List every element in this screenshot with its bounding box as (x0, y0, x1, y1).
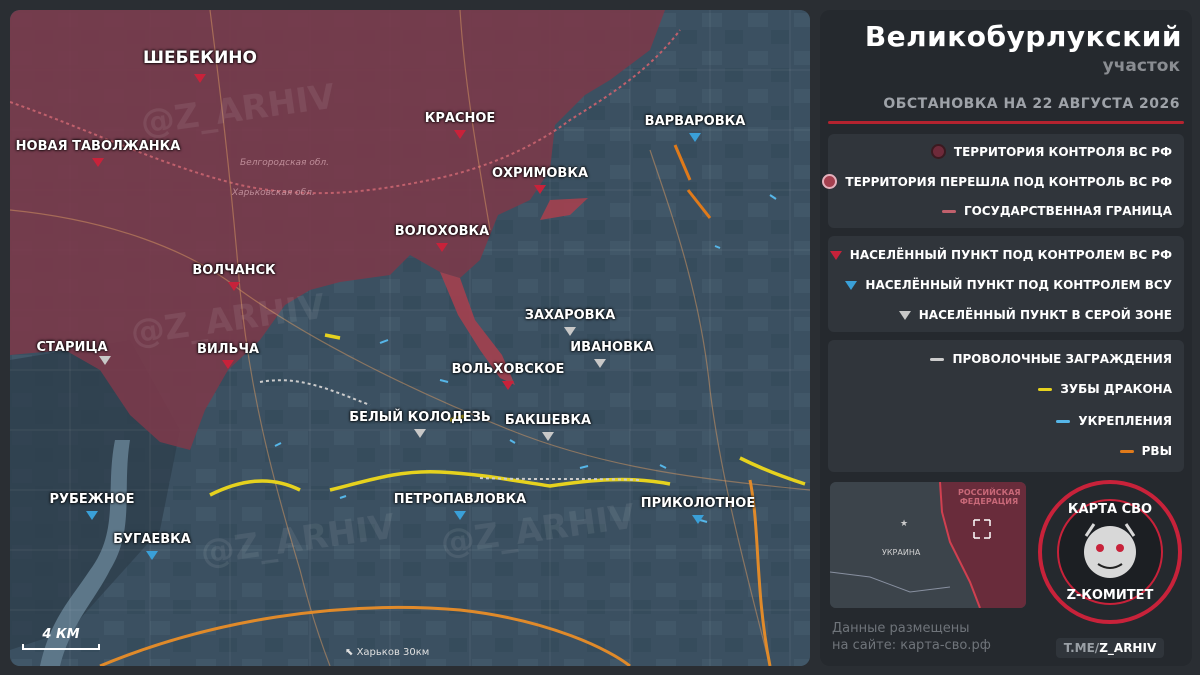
marker-grey (594, 359, 606, 368)
scale-label: 4 КМ (42, 627, 80, 642)
marker-ru (436, 243, 448, 252)
ditch-swatch (1119, 449, 1134, 453)
marker-ua (692, 515, 704, 524)
city-staritsa[interactable]: СТАРИЦА (37, 340, 108, 355)
overview-map[interactable]: ★ РОССИЙСКАЯ ФЕДЕРАЦИЯ УКРАИНА (830, 482, 1026, 608)
legend-item: ЗУБЫ ДРАКОНА (1038, 382, 1172, 396)
marker-ru (228, 282, 240, 291)
arrow-icon: ⬉ (345, 647, 357, 658)
city-volchansk[interactable]: ВОЛЧАНСК (192, 263, 275, 278)
marker-ru (92, 158, 104, 167)
legend-label: НАСЕЛЁННЫЙ ПУНКТ В СЕРОЙ ЗОНЕ (918, 308, 1172, 322)
legend-item: РВЫ (1119, 444, 1172, 458)
grey-settlement-icon (898, 310, 911, 320)
direction-text: Харьков 30км (356, 647, 430, 658)
legend-item: ГОСУДАРСТВЕННАЯ ГРАНИЦА (941, 204, 1172, 218)
fortification-swatch (1056, 419, 1071, 423)
marker-ua (689, 133, 701, 142)
marker-ru (534, 185, 546, 194)
marker-ru (222, 360, 234, 369)
inset-ukraine-label: УКРАИНА (882, 548, 921, 557)
situation-date: ОБСТАНОВКА НА 22 АВГУСТА 2026 (883, 96, 1180, 112)
legend-item: НАСЕЛЁННЫЙ ПУНКТ ПОД КОНТРОЛЕМ ВС РФ (829, 248, 1172, 262)
wire-swatch (930, 357, 945, 361)
legend-item: НАСЕЛЁННЫЙ ПУНКТ В СЕРОЙ ЗОНЕ (898, 308, 1172, 322)
city-volkhovskoe[interactable]: ВОЛЬХОВСКОЕ (452, 362, 565, 377)
emblem-bottom-text: Z-КОМИТЕТ (1066, 588, 1154, 603)
ru-settlement-icon (829, 250, 842, 260)
ru-new-territory-swatch (822, 174, 838, 189)
marker-grey (542, 432, 554, 441)
svg-text:★: ★ (900, 519, 908, 529)
legend-label: РВЫ (1141, 444, 1172, 458)
legend-item: УКРЕПЛЕНИЯ (1056, 414, 1172, 428)
city-petropavlovka[interactable]: ПЕТРОПАВЛОВКА (394, 492, 527, 507)
logo-icon (1038, 480, 1182, 624)
map-canvas (10, 10, 810, 666)
scale-ruler (22, 644, 100, 650)
city-rubezhnoe[interactable]: РУБЕЖНОЕ (49, 492, 134, 507)
marker-ru (454, 130, 466, 139)
city-ivanovka[interactable]: ИВАНОВКА (570, 340, 653, 355)
channel-prefix: T.ME/ (1063, 641, 1100, 655)
legend-item: ТЕРРИТОРИЯ КОНТРОЛЯ ВС РФ (930, 144, 1172, 159)
ua-settlement-icon (845, 280, 858, 290)
border-swatch (941, 209, 956, 213)
dragon-teeth-swatch (1038, 387, 1053, 391)
city-bely-kolodez[interactable]: БЕЛЫЙ КОЛОДЕЗЬ (349, 410, 491, 425)
legend-label: ТЕРРИТОРИЯ КОНТРОЛЯ ВС РФ (953, 144, 1172, 159)
legend-label: ЗУБЫ ДРАКОНА (1060, 382, 1172, 396)
legend-item: ТЕРРИТОРИЯ ПЕРЕШЛА ПОД КОНТРОЛЬ ВС РФ (822, 174, 1172, 189)
marker-ru (502, 381, 514, 390)
page-title: Великобурлукский (864, 20, 1182, 53)
scale-bar: 4 КМ (22, 627, 100, 650)
marker-grey (99, 356, 111, 365)
channel-link[interactable]: T.ME/Z_ARHIV (1056, 638, 1164, 658)
site-note: Данные размещены на сайте: карта-сво.рф (832, 620, 991, 654)
legend-item: ПРОВОЛОЧНЫЕ ЗАГРАЖДЕНИЯ (930, 352, 1172, 366)
inset-russia-label: РОССИЙСКАЯ ФЕДЕРАЦИЯ (958, 488, 1021, 506)
region-label-belgorod: Белгородская обл. (240, 158, 329, 168)
city-varvarovka[interactable]: ВАРВАРОВКА (645, 114, 746, 129)
city-novaya-tavolzhanka[interactable]: НОВАЯ ТАВОЛЖАНКА (16, 139, 181, 154)
marker-ua (86, 511, 98, 520)
city-krasnoe[interactable]: КРАСНОЕ (425, 111, 496, 126)
legend-settlements: НАСЕЛЁННЫЙ ПУНКТ ПОД КОНТРОЛЕМ ВС РФ НАС… (828, 236, 1184, 332)
marker-grey (564, 327, 576, 336)
marker-ua (146, 551, 158, 560)
marker-grey (414, 429, 426, 438)
city-bugaevka[interactable]: БУГАЕВКА (113, 532, 191, 547)
city-zakharovka[interactable]: ЗАХАРОВКА (525, 308, 616, 323)
legend-label: ПРОВОЛОЧНЫЕ ЗАГРАЖДЕНИЯ (952, 352, 1172, 366)
divider (828, 121, 1184, 124)
emblem-top-text: КАРТА СВО (1067, 502, 1153, 517)
z-komitet-logo: КАРТА СВО Z-КОМИТЕТ (1036, 478, 1184, 626)
region-label-kharkov: Харьковская обл. (232, 188, 315, 198)
marker-ru (194, 74, 206, 83)
legend-label: НАСЕЛЁННЫЙ ПУНКТ ПОД КОНТРОЛЕМ ВСУ (865, 278, 1172, 292)
legend-label: УКРЕПЛЕНИЯ (1078, 414, 1172, 428)
legend-label: ТЕРРИТОРИЯ ПЕРЕШЛА ПОД КОНТРОЛЬ ВС РФ (845, 174, 1172, 189)
page-subtitle: участок (1102, 56, 1180, 76)
city-prikolotnoe[interactable]: ПРИКОЛОТНОЕ (641, 496, 756, 511)
map-area[interactable]: @Z_ARHIV @Z_ARHIV @Z_ARHIV @Z_ARHIV Белг… (10, 10, 810, 666)
city-vilcha[interactable]: ВИЛЬЧА (197, 342, 259, 357)
side-panel: Великобурлукский участок ОБСТАНОВКА НА 2… (820, 10, 1192, 666)
marker-ua (454, 511, 466, 520)
city-shebekino[interactable]: ШЕБЕКИНО (143, 48, 257, 68)
direction-note: ⬉ Харьков 30км (345, 647, 429, 658)
channel-name: Z_ARHIV (1099, 641, 1157, 655)
legend-territory: ТЕРРИТОРИЯ КОНТРОЛЯ ВС РФ ТЕРРИТОРИЯ ПЕР… (822, 134, 1184, 228)
legend-item: НАСЕЛЁННЫЙ ПУНКТ ПОД КОНТРОЛЕМ ВСУ (845, 278, 1172, 292)
site-note-link[interactable]: на сайте: карта-сво.рф (832, 637, 991, 654)
city-bakshevka[interactable]: БАКШЕВКА (505, 413, 591, 428)
legend-label: ГОСУДАРСТВЕННАЯ ГРАНИЦА (963, 204, 1172, 218)
legend-fortifications: ПРОВОЛОЧНЫЕ ЗАГРАЖДЕНИЯ ЗУБЫ ДРАКОНА УКР… (828, 340, 1184, 472)
city-volokhovka[interactable]: ВОЛОХОВКА (395, 224, 489, 239)
legend-label: НАСЕЛЁННЫЙ ПУНКТ ПОД КОНТРОЛЕМ ВС РФ (849, 248, 1172, 262)
city-okhrimovka[interactable]: ОХРИМОВКА (492, 166, 588, 181)
ru-territory-swatch (930, 144, 946, 159)
site-note-line: Данные размещены (832, 621, 970, 636)
